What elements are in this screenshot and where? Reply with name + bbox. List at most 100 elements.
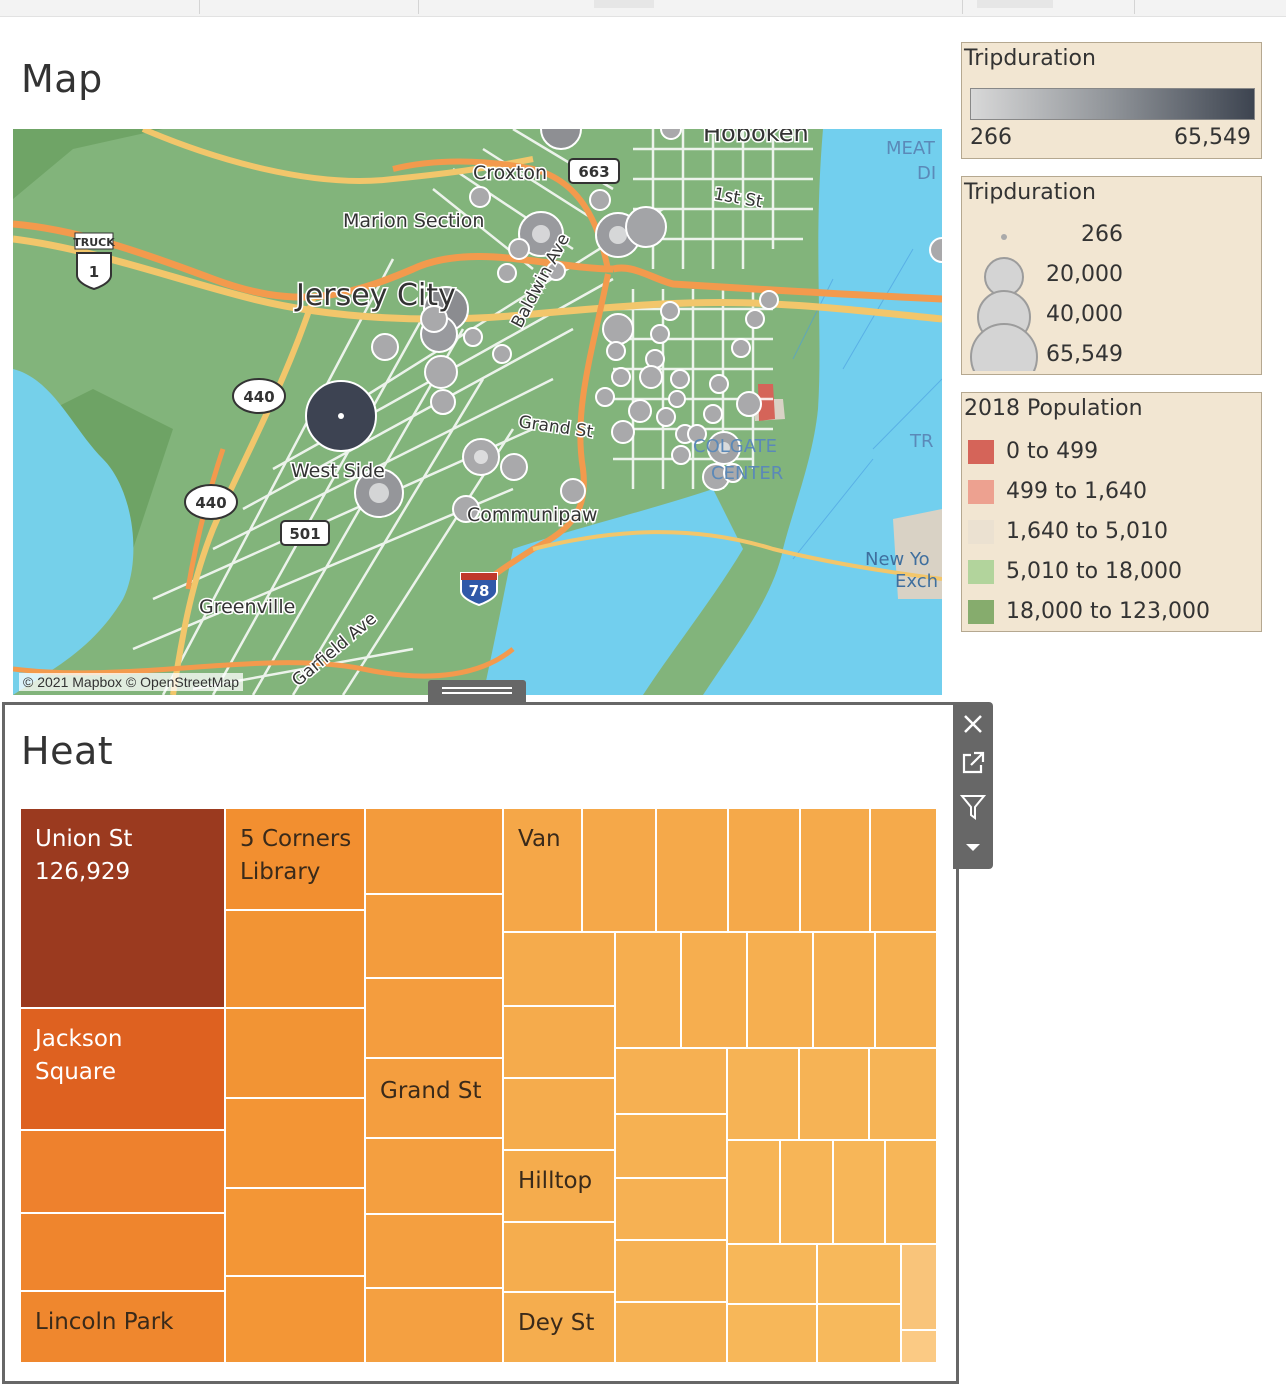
legend-label: 0 to 499 — [1006, 439, 1099, 464]
treemap-cell[interactable] — [225, 1276, 365, 1363]
label-croxton: Croxton — [473, 162, 547, 184]
label-greenville: Greenville — [199, 596, 295, 618]
treemap-cell[interactable] — [365, 1138, 503, 1214]
treemap-cell[interactable] — [225, 1008, 365, 1098]
color-legend-title: Tripduration — [964, 46, 1096, 71]
toolbar-tab[interactable] — [977, 0, 1053, 8]
treemap-cell[interactable] — [20, 1213, 225, 1291]
cell-label: Hilltop — [518, 1168, 593, 1194]
toolbar-separator — [199, 0, 200, 14]
population-legend-title: 2018 Population — [964, 396, 1143, 421]
treemap-cell[interactable] — [365, 1214, 503, 1288]
toolbar-tab[interactable] — [594, 0, 654, 8]
open-external-button[interactable] — [953, 743, 993, 783]
treemap-cell[interactable] — [800, 808, 870, 932]
more-options-button[interactable] — [953, 827, 993, 867]
legend-swatch — [968, 560, 994, 584]
treemap-cell[interactable] — [225, 1188, 365, 1276]
treemap-cell[interactable] — [615, 1240, 727, 1302]
treemap-cell[interactable] — [870, 808, 937, 932]
treemap-cell-dey-st[interactable]: Dey St — [503, 1292, 615, 1363]
label-marion: Marion Section — [343, 210, 484, 232]
treemap-cell[interactable] — [817, 1304, 901, 1363]
treemap-cell[interactable] — [615, 1048, 727, 1114]
map-view[interactable]: Hoboken Croxton 1st St Marion Section Je… — [13, 129, 942, 695]
label-communipaw: Communipaw — [467, 504, 598, 526]
treemap-cell[interactable] — [615, 1114, 727, 1178]
legend-swatch — [968, 600, 994, 624]
label-hoboken: Hoboken — [703, 129, 809, 147]
treemap-cell[interactable] — [503, 1006, 615, 1078]
treemap-cell[interactable] — [728, 808, 800, 932]
treemap-cell[interactable] — [885, 1140, 937, 1244]
label-colgate: COLGATE — [693, 436, 777, 457]
treemap-cell[interactable] — [615, 932, 681, 1048]
treemap-cell-van[interactable]: Van — [503, 808, 582, 932]
shield-us1: 1 — [89, 263, 99, 281]
label-meat: MEAT — [886, 138, 936, 159]
panel-toolbar — [953, 702, 993, 869]
legend-swatch — [968, 480, 994, 504]
treemap-cell[interactable] — [833, 1140, 885, 1244]
shield-440-north: 440 — [243, 388, 274, 406]
treemap-cell[interactable] — [813, 932, 875, 1048]
treemap-cell-hilltop[interactable]: Hilltop — [503, 1150, 615, 1222]
treemap-cell[interactable] — [727, 1140, 780, 1244]
filter-icon — [960, 795, 986, 820]
treemap-cell[interactable] — [780, 1140, 833, 1244]
treemap-cell[interactable] — [225, 910, 365, 1008]
treemap-cell[interactable] — [615, 1302, 727, 1363]
treemap-cell-union-st[interactable]: Union St 126,929 — [20, 808, 225, 1008]
treemap-cell[interactable] — [747, 932, 813, 1048]
truck-sign: TRUCK — [73, 236, 115, 249]
close-button[interactable] — [953, 704, 993, 744]
handle-grip-line — [442, 687, 512, 689]
cell-label: 5 Corners Library — [240, 826, 352, 885]
treemap-cell[interactable] — [799, 1048, 869, 1140]
size-legend-item: 20,000 — [1046, 262, 1123, 287]
color-legend-max: 65,549 — [1174, 125, 1251, 150]
treemap-cell[interactable] — [503, 1078, 615, 1150]
treemap-cell[interactable] — [727, 1048, 799, 1140]
population-legend: 2018 Population 0 to 499 499 to 1,640 1,… — [961, 392, 1262, 632]
treemap-cell-lincoln-park[interactable]: Lincoln Park — [20, 1291, 225, 1363]
shield-501: 501 — [289, 525, 320, 543]
treemap-cell[interactable] — [901, 1244, 937, 1330]
label-tr: TR — [909, 431, 934, 452]
treemap-cell[interactable] — [365, 808, 503, 894]
treemap-cell[interactable] — [225, 1098, 365, 1188]
treemap-cell[interactable] — [503, 1222, 615, 1292]
map-attribution[interactable]: © 2021 Mapbox © OpenStreetMap — [19, 673, 243, 691]
label-exch: Exch — [895, 571, 938, 592]
treemap-cell[interactable] — [901, 1330, 937, 1363]
panel-drag-handle[interactable] — [428, 680, 526, 703]
treemap-cell-5-corners-library[interactable]: 5 Corners Library — [225, 808, 365, 910]
filter-button[interactable] — [953, 787, 993, 827]
treemap-cell[interactable] — [365, 1288, 503, 1363]
treemap-cell[interactable] — [817, 1244, 901, 1304]
treemap-cell[interactable] — [365, 894, 503, 978]
treemap-cell[interactable] — [727, 1244, 817, 1304]
cell-label: Dey St — [518, 1310, 595, 1336]
map-canvas[interactable]: Hoboken Croxton 1st St Marion Section Je… — [13, 129, 942, 695]
treemap-cell[interactable] — [681, 932, 747, 1048]
size-legend-item: 40,000 — [1046, 302, 1123, 327]
label-jersey-city: Jersey City — [294, 278, 456, 313]
treemap-cell[interactable] — [869, 1048, 937, 1140]
legend-swatch — [968, 520, 994, 544]
treemap-cell[interactable] — [503, 932, 615, 1006]
treemap-cell[interactable] — [365, 978, 503, 1058]
treemap-cell-grand-st[interactable]: Grand St — [365, 1058, 503, 1138]
treemap-cell[interactable] — [582, 808, 656, 932]
treemap-cell[interactable] — [875, 932, 937, 1048]
treemap-cell[interactable] — [20, 1130, 225, 1213]
label-west-side: West Side — [291, 460, 385, 482]
treemap-cell[interactable] — [727, 1304, 817, 1363]
cell-label: Grand St — [380, 1078, 482, 1104]
treemap-cell-jackson-square[interactable]: Jackson Square — [20, 1008, 225, 1130]
treemap-cell[interactable] — [615, 1178, 727, 1240]
cell-label: Union St 126,929 — [35, 826, 133, 885]
size-legend-title: Tripduration — [964, 180, 1096, 205]
cell-label: Van — [518, 826, 561, 852]
treemap-cell[interactable] — [656, 808, 728, 932]
